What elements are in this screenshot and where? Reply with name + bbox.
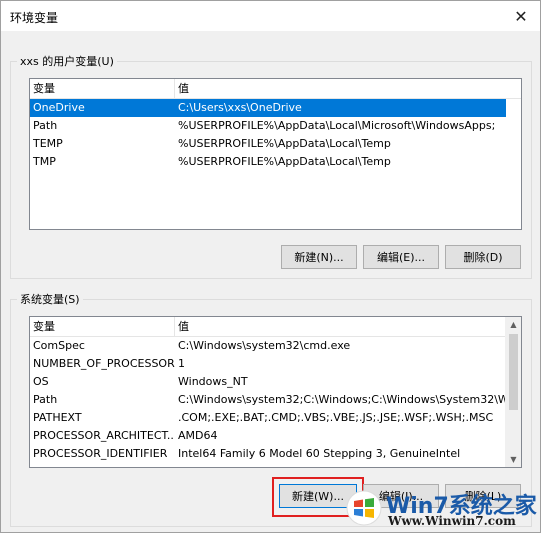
- table-row[interactable]: Path %USERPROFILE%\AppData\Local\Microsof…: [30, 117, 506, 135]
- variable-name: TEMP: [33, 137, 63, 150]
- user-variables-list[interactable]: 变量 值 OneDrive C:\Users\xxs\OneDrive Path %U…: [29, 78, 522, 230]
- user-delete-button[interactable]: 删除(D): [445, 245, 521, 269]
- column-header-value[interactable]: 值: [175, 317, 505, 336]
- scroll-down-arrow-icon[interactable]: ▼: [506, 452, 521, 467]
- column-header-value[interactable]: 值: [175, 79, 515, 98]
- variable-value: C:\Windows\system32\cmd.exe: [178, 339, 351, 352]
- variable-value: %USERPROFILE%\AppData\Local\Temp: [178, 155, 391, 168]
- variable-name: TMP: [33, 155, 56, 168]
- variable-value: AMD64: [178, 429, 218, 442]
- variable-name: PROCESSOR_IDENTIFIER: [33, 447, 168, 460]
- title-bar: 环境变量 ✕: [1, 1, 540, 31]
- table-row[interactable]: PATHEXT .COM;.EXE;.BAT;.CMD;.VBS;.VBE;.JS…: [30, 409, 506, 427]
- site-watermark: Win7系统之家 Www.Winwin7.com: [346, 488, 537, 530]
- table-row[interactable]: OneDrive C:\Users\xxs\OneDrive: [30, 99, 506, 117]
- variable-name: OneDrive: [33, 101, 85, 114]
- watermark-url: Www.Winwin7.com: [388, 514, 516, 528]
- system-list-header: 变量 值: [30, 317, 521, 337]
- windows-logo-icon: [346, 490, 382, 526]
- table-row[interactable]: Path C:\Windows\system32;C:\Windows;C:\Wi…: [30, 391, 506, 409]
- scroll-thumb[interactable]: [509, 334, 518, 410]
- table-row[interactable]: PROCESSOR_ARCHITECT... AMD64: [30, 427, 506, 445]
- user-variables-label: xxs 的用户变量(U): [20, 55, 114, 68]
- column-header-variable[interactable]: 变量: [30, 79, 175, 98]
- column-header-variable[interactable]: 变量: [30, 317, 175, 336]
- variable-value: C:\Users\xxs\OneDrive: [178, 101, 302, 114]
- variable-name: PROCESSOR_ARCHITECT...: [33, 429, 175, 442]
- variable-value: .COM;.EXE;.BAT;.CMD;.VBS;.VBE;.JS;.JSE;.…: [178, 411, 494, 424]
- scroll-up-arrow-icon[interactable]: ▲: [506, 317, 521, 332]
- system-variables-list[interactable]: 变量 值 ComSpec C:\Windows\system32\cmd.exe N…: [29, 316, 522, 468]
- user-edit-button[interactable]: 编辑(E)...: [363, 245, 439, 269]
- variable-value: %USERPROFILE%\AppData\Local\Microsoft\Wi…: [178, 119, 496, 132]
- variable-name: OS: [33, 375, 49, 388]
- window-title: 环境变量: [10, 11, 59, 25]
- variable-value: %USERPROFILE%\AppData\Local\Temp: [178, 137, 391, 150]
- table-row[interactable]: TEMP %USERPROFILE%\AppData\Local\Temp: [30, 135, 506, 153]
- system-list-scrollbar[interactable]: ▲ ▼: [505, 317, 521, 467]
- variable-name: PATHEXT: [33, 411, 82, 424]
- user-new-button[interactable]: 新建(N)...: [281, 245, 357, 269]
- variable-name: NUMBER_OF_PROCESSORS: [33, 357, 175, 370]
- variable-name: Path: [33, 393, 58, 406]
- system-variables-label: 系统变量(S): [20, 293, 80, 306]
- variable-name: Path: [33, 119, 58, 132]
- variable-value: C:\Windows\system32;C:\Windows;C:\Window…: [178, 393, 506, 406]
- table-row[interactable]: ComSpec C:\Windows\system32\cmd.exe: [30, 337, 506, 355]
- environment-variables-dialog: 环境变量 ✕ xxs 的用户变量(U) 变量 值 OneDrive C:\User…: [0, 0, 541, 533]
- table-row[interactable]: TMP %USERPROFILE%\AppData\Local\Temp: [30, 153, 506, 171]
- table-row[interactable]: PROCESSOR_IDENTIFIER Intel64 Family 6 Mod…: [30, 445, 506, 463]
- close-icon: ✕: [514, 6, 528, 26]
- variable-name: ComSpec: [33, 339, 85, 352]
- user-list-header: 变量 值: [30, 79, 521, 99]
- variable-value: Intel64 Family 6 Model 60 Stepping 3, Ge…: [178, 447, 461, 460]
- table-row[interactable]: NUMBER_OF_PROCESSORS 1: [30, 355, 506, 373]
- table-row[interactable]: OS Windows_NT: [30, 373, 506, 391]
- variable-value: 1: [178, 357, 185, 370]
- close-button[interactable]: ✕: [506, 3, 536, 29]
- variable-value: Windows_NT: [178, 375, 248, 388]
